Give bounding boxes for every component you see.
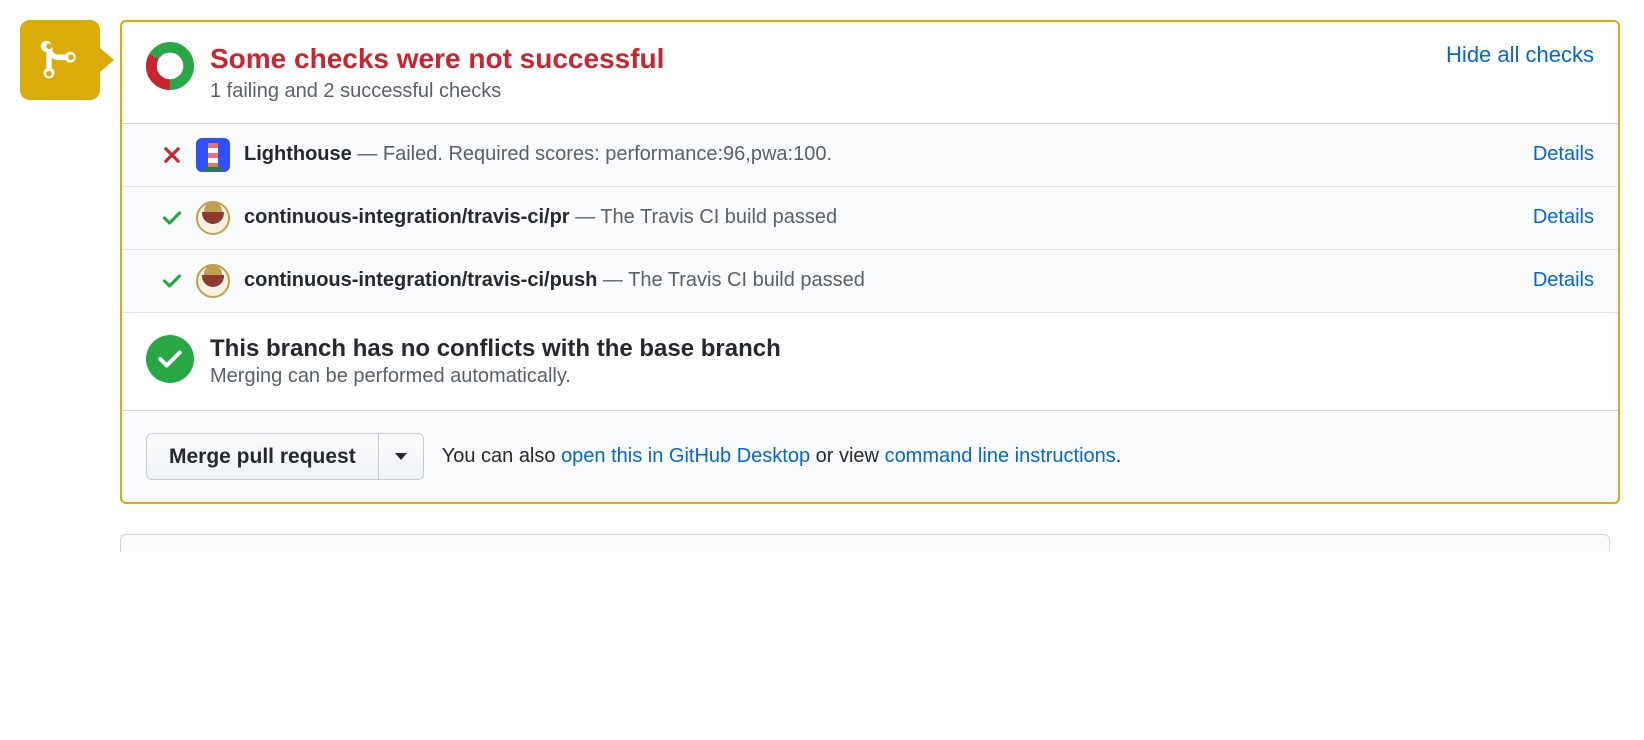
git-merge-icon	[38, 38, 82, 82]
checks-subtitle: 1 failing and 2 successful checks	[210, 80, 1430, 103]
caret-down-icon	[395, 453, 407, 460]
check-name: continuous-integration/travis-ci/push	[244, 269, 597, 291]
x-icon	[162, 145, 182, 165]
success-check-icon	[146, 335, 194, 383]
toggle-checks-link[interactable]: Hide all checks	[1446, 42, 1594, 68]
check-icon	[162, 271, 182, 291]
check-row-lighthouse: Lighthouse — Failed. Required scores: pe…	[122, 124, 1618, 187]
details-link[interactable]: Details	[1533, 269, 1594, 292]
check-row-travis-pr: continuous-integration/travis-ci/pr — Th…	[122, 187, 1618, 250]
travis-icon	[196, 264, 230, 298]
merge-button-group: Merge pull request	[146, 433, 424, 480]
lighthouse-icon	[196, 138, 230, 172]
details-link[interactable]: Details	[1533, 206, 1594, 229]
command-line-instructions-link[interactable]: command line instructions	[885, 445, 1116, 467]
check-name: Lighthouse	[244, 143, 352, 165]
conflicts-title: This branch has no conflicts with the ba…	[210, 335, 781, 363]
merge-footer: Merge pull request You can also open thi…	[122, 411, 1618, 502]
merge-status-badge	[20, 20, 100, 100]
checks-title: Some checks were not successful	[210, 42, 1430, 76]
check-row-travis-push: continuous-integration/travis-ci/push — …	[122, 250, 1618, 313]
next-section-top	[120, 534, 1610, 552]
merge-panel: Some checks were not successful 1 failin…	[120, 20, 1620, 504]
open-github-desktop-link[interactable]: open this in GitHub Desktop	[561, 445, 810, 467]
merge-help-text: You can also open this in GitHub Desktop…	[442, 445, 1122, 468]
details-link[interactable]: Details	[1533, 143, 1594, 166]
checks-header: Some checks were not successful 1 failin…	[122, 22, 1618, 124]
check-description: continuous-integration/travis-ci/pr — Th…	[244, 206, 1519, 229]
check-icon	[162, 208, 182, 228]
check-description: Lighthouse — Failed. Required scores: pe…	[244, 143, 1519, 166]
conflicts-section: This branch has no conflicts with the ba…	[122, 313, 1618, 411]
status-donut-icon	[146, 42, 194, 90]
conflicts-subtitle: Merging can be performed automatically.	[210, 365, 781, 388]
check-description: continuous-integration/travis-ci/push — …	[244, 269, 1519, 292]
merge-options-dropdown[interactable]	[379, 433, 424, 480]
merge-status-container: Some checks were not successful 1 failin…	[20, 20, 1620, 504]
travis-icon	[196, 201, 230, 235]
merge-pull-request-button[interactable]: Merge pull request	[146, 433, 379, 480]
check-name: continuous-integration/travis-ci/pr	[244, 206, 570, 228]
